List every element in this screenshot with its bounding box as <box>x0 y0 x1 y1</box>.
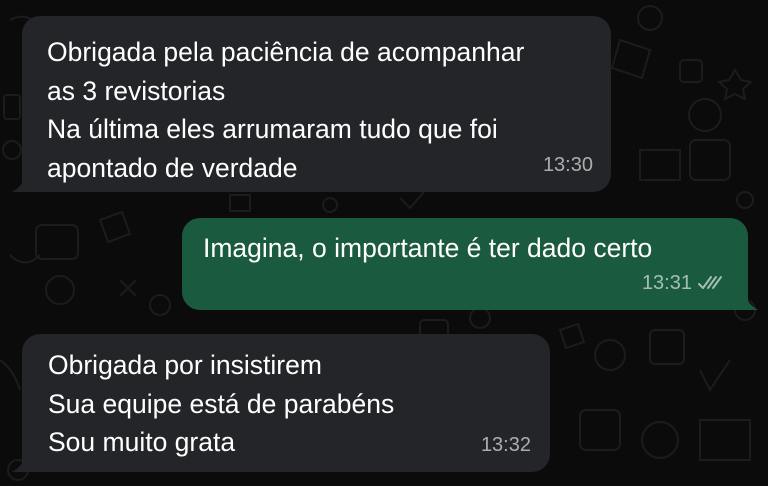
message-timestamp: 13:32 <box>480 433 531 456</box>
message-text-line: Imagina, o importante é ter dado certo <box>203 233 653 263</box>
message-text-line: Na última eles arrumaram tudo que foi <box>47 114 498 144</box>
message-bubble-outgoing[interactable]: Imagina, o importante é ter dado certo 1… <box>182 218 748 310</box>
message-timestamp: 13:30 <box>542 153 593 176</box>
message-text-line: Obrigada pela paciência de acompanhar <box>47 37 525 67</box>
message-text-line: apontado de verdade <box>47 152 298 183</box>
message-text-line: Obrigada por insistirem <box>48 350 322 380</box>
message-meta: 13:30 <box>543 146 593 185</box>
message-bubble-incoming[interactable]: Obrigada por insistirem Sua equipe está … <box>22 334 550 472</box>
message-text-line: Sua equipe está de parabéns <box>48 388 395 419</box>
message-text-line: Sou muito grata <box>48 427 236 457</box>
message-meta: 13:32 <box>481 426 531 465</box>
message-meta: 13:31 <box>642 264 724 303</box>
message-bubble-incoming[interactable]: Obrigada pela paciência de acompanhar as… <box>22 16 611 192</box>
message-text-line: as 3 revistorias <box>47 75 226 106</box>
message-timestamp: 13:31 <box>641 271 692 294</box>
double-check-icon <box>698 275 724 291</box>
